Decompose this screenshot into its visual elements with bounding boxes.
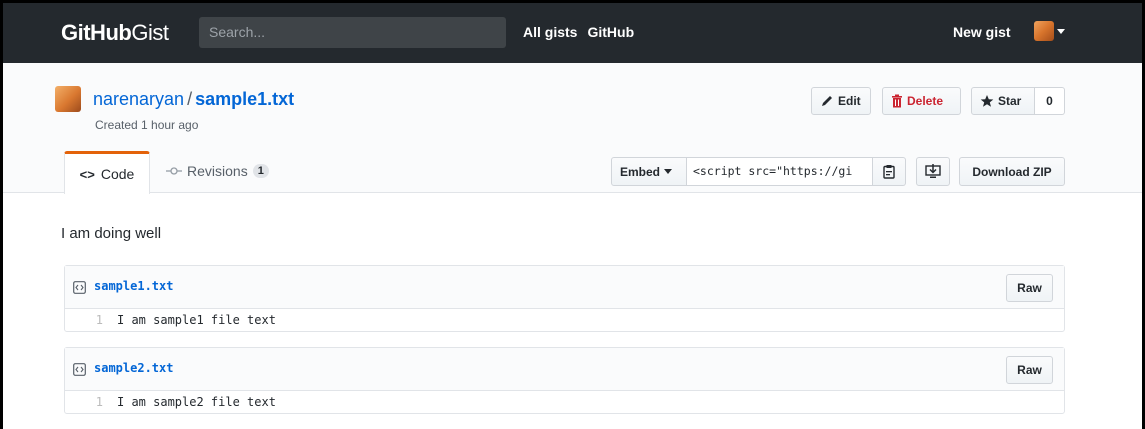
embed-group: Embed <script src="https://gi bbox=[611, 157, 906, 186]
header-nav: All gists GitHub bbox=[523, 24, 634, 40]
tab-code[interactable]: <> Code bbox=[64, 151, 150, 194]
logo-bold: GitHub bbox=[61, 20, 132, 45]
gist-description: I am doing well bbox=[61, 225, 162, 242]
commit-icon bbox=[166, 167, 182, 175]
tab-code-label: Code bbox=[100, 166, 135, 182]
created-time: Created 1 hour ago bbox=[95, 118, 199, 132]
delete-label: Delete bbox=[907, 94, 944, 108]
star-button[interactable]: Star bbox=[971, 87, 1035, 115]
desktop-download-icon bbox=[925, 164, 941, 178]
gist-file-link[interactable]: sample1.txt bbox=[195, 89, 294, 109]
owner-avatar[interactable] bbox=[55, 86, 81, 112]
top-header: GitHub Gist Search... All gists GitHub Ne… bbox=[3, 3, 1142, 63]
line-number[interactable]: 1 bbox=[65, 313, 109, 327]
raw-button[interactable]: Raw bbox=[1006, 274, 1053, 302]
search-input[interactable]: Search... bbox=[199, 17, 506, 48]
pencil-icon bbox=[822, 96, 832, 106]
file-code-icon bbox=[73, 281, 86, 294]
file-code-icon bbox=[73, 363, 86, 376]
star-icon bbox=[980, 95, 994, 107]
gist-header: narenaryan / sample1.txt Created 1 hour ag… bbox=[3, 63, 1142, 194]
user-avatar[interactable] bbox=[1034, 21, 1054, 41]
file-box-sample1: sample1.txt Raw 1 I am sample1 file text bbox=[64, 265, 1065, 332]
delete-button[interactable]: Delete bbox=[882, 87, 961, 115]
file-name-link[interactable]: sample2.txt bbox=[94, 361, 173, 375]
embed-url-input[interactable]: <script src="https://gi bbox=[687, 157, 873, 186]
file-header: sample2.txt Raw bbox=[65, 348, 1064, 391]
gist-title: narenaryan / sample1.txt bbox=[93, 89, 294, 110]
gist-page: GitHub Gist Search... All gists GitHub Ne… bbox=[0, 0, 1145, 429]
star-count[interactable]: 0 bbox=[1035, 87, 1065, 115]
owner-link[interactable]: narenaryan bbox=[93, 89, 184, 109]
code-line: 1 I am sample1 file text bbox=[65, 309, 1064, 331]
nav-all-gists[interactable]: All gists bbox=[523, 24, 577, 40]
code-line: 1 I am sample2 file text bbox=[65, 391, 1064, 413]
file-name-link[interactable]: sample1.txt bbox=[94, 279, 173, 293]
github-gist-logo[interactable]: GitHub Gist bbox=[61, 20, 169, 46]
nav-github[interactable]: GitHub bbox=[587, 24, 634, 40]
copy-clipboard-button[interactable] bbox=[873, 157, 906, 186]
revisions-count-badge: 1 bbox=[252, 164, 269, 178]
tab-revisions-label: Revisions bbox=[187, 163, 248, 179]
edit-label: Edit bbox=[838, 94, 861, 108]
logo-light: Gist bbox=[131, 20, 169, 45]
code-icon: <> bbox=[79, 166, 95, 182]
star-label: Star bbox=[998, 94, 1022, 108]
download-desktop-button[interactable] bbox=[916, 157, 950, 186]
raw-button[interactable]: Raw bbox=[1006, 356, 1053, 384]
download-zip-button[interactable]: Download ZIP bbox=[959, 157, 1065, 186]
line-text: I am sample2 file text bbox=[117, 395, 276, 409]
line-number[interactable]: 1 bbox=[65, 395, 109, 409]
embed-dropdown[interactable]: Embed bbox=[611, 157, 687, 186]
chevron-down-icon[interactable] bbox=[1057, 29, 1065, 34]
file-header: sample1.txt Raw bbox=[65, 266, 1064, 309]
trash-icon bbox=[892, 94, 902, 108]
file-box-sample2: sample2.txt Raw 1 I am sample2 file text bbox=[64, 347, 1065, 414]
embed-label: Embed bbox=[620, 164, 661, 179]
tab-revisions[interactable]: Revisions 1 bbox=[166, 163, 269, 179]
chevron-down-icon bbox=[664, 169, 673, 174]
edit-button[interactable]: Edit bbox=[811, 87, 871, 115]
title-separator: / bbox=[187, 89, 193, 109]
line-text: I am sample1 file text bbox=[117, 313, 276, 327]
new-gist-link[interactable]: New gist bbox=[953, 24, 1011, 40]
clipboard-icon bbox=[883, 165, 895, 179]
